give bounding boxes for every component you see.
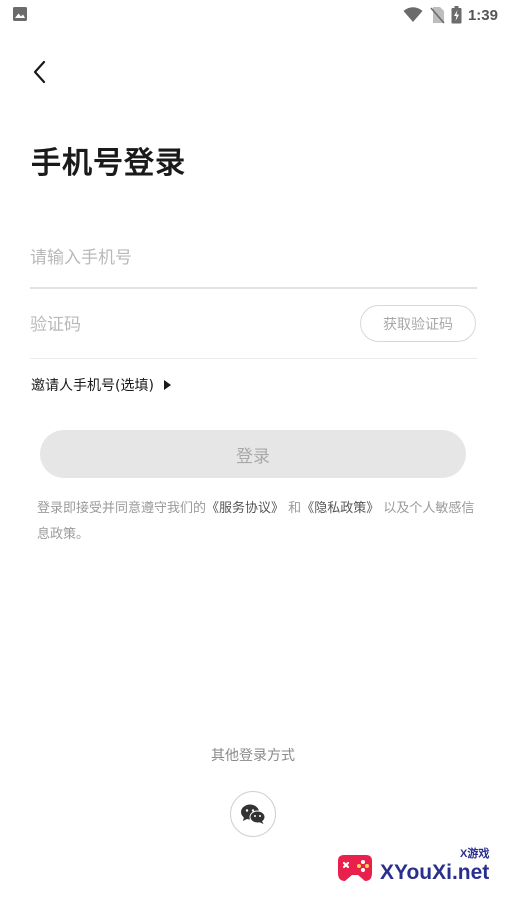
image-icon — [13, 7, 27, 21]
watermark-sub: X游戏 — [460, 848, 490, 860]
wechat-login-button[interactable] — [230, 791, 276, 837]
service-agreement-link[interactable]: 《服务协议》 — [206, 501, 284, 516]
triangle-right-icon — [163, 380, 171, 390]
code-input-divider — [30, 358, 477, 359]
page-title: 手机号登录 — [31, 146, 186, 181]
agreement-and: 和 — [288, 501, 302, 516]
chevron-left-icon — [33, 60, 46, 84]
privacy-policy-link[interactable]: 《隐私政策》 — [301, 501, 379, 516]
status-bar: 1:39 — [0, 0, 506, 30]
phone-input[interactable] — [30, 236, 476, 280]
phone-input-divider — [30, 287, 477, 289]
status-time: 1:39 — [467, 6, 498, 24]
wechat-icon — [241, 804, 266, 824]
get-code-button[interactable]: 获取验证码 — [360, 305, 476, 342]
gamepad-logo-icon — [338, 855, 372, 881]
watermark: X游戏 XYouXi.net — [334, 843, 500, 893]
login-button[interactable]: 登录 — [40, 430, 466, 478]
verification-code-input[interactable] — [30, 304, 330, 346]
agreement-prefix: 登录即接受并同意遵守我们的 — [37, 501, 207, 516]
invite-phone-label: 邀请人手机号(选填) — [31, 378, 154, 394]
agreement-text: 登录即接受并同意遵守我们的《服务协议》 和《隐私政策》 以及个人敏感信息政策。 — [37, 496, 477, 548]
other-login-label: 其他登录方式 — [211, 748, 295, 764]
watermark-text: XYouXi.net — [380, 861, 490, 884]
back-button[interactable] — [26, 56, 56, 88]
status-icons: 1:39 — [403, 5, 498, 25]
invite-phone-toggle[interactable]: 邀请人手机号(选填) — [31, 374, 171, 396]
battery-charging-icon — [451, 6, 462, 24]
no-sim-icon — [430, 7, 445, 24]
wifi-icon — [403, 7, 423, 22]
